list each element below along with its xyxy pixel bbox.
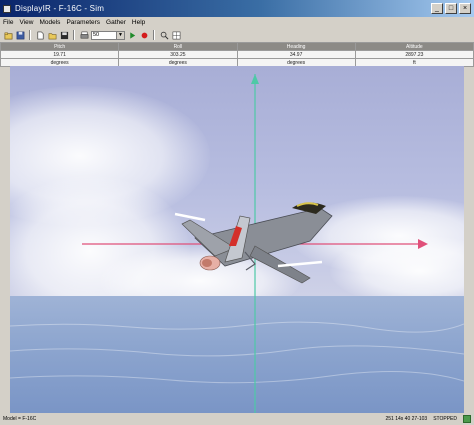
telemetry-table: Pitch Roll Heading Altitude 19.71 303.25…	[0, 42, 474, 67]
pitch-header: Pitch	[0, 42, 120, 51]
window-title: DisplayIR - F-16C - Sim	[15, 4, 105, 13]
step-combo[interactable]: 50 ▼	[91, 30, 125, 40]
print-icon[interactable]	[79, 30, 89, 40]
pitch-value: 19.71	[0, 50, 120, 59]
toolbar: 50 ▼	[0, 28, 474, 42]
grid-icon[interactable]	[171, 30, 181, 40]
f16-aircraft[interactable]	[174, 202, 333, 284]
menu-models[interactable]: Models	[39, 19, 60, 26]
menu-file[interactable]: File	[3, 19, 13, 26]
menu-bar: File View Models Parameters Gather Help	[0, 17, 474, 28]
save-icon[interactable]	[15, 30, 25, 40]
title-bar: DisplayIR - F-16C - Sim _ □ ×	[0, 0, 474, 17]
toolbar-separator	[153, 30, 155, 40]
status-coords: 251 14s 40 27-103	[385, 416, 428, 422]
minimize-button[interactable]: _	[431, 3, 443, 14]
roll-value: 303.25	[118, 50, 238, 59]
menu-view[interactable]: View	[19, 19, 33, 26]
open-folder-icon[interactable]	[3, 30, 13, 40]
network-icon	[463, 415, 471, 423]
status-bar: Model = F-16C 251 14s 40 27-103 STOPPED	[0, 413, 474, 425]
record-icon[interactable]	[139, 30, 149, 40]
heading-value: 34.97	[236, 50, 356, 59]
close-button[interactable]: ×	[459, 3, 471, 14]
maximize-button[interactable]: □	[445, 3, 457, 14]
toolbar-separator	[73, 30, 75, 40]
play-icon[interactable]	[127, 30, 137, 40]
scene-overlay	[10, 74, 464, 413]
status-model: Model = F-16C	[3, 416, 37, 422]
heading-header: Heading	[236, 42, 356, 51]
wave-lines	[10, 321, 464, 384]
step-combo-value: 50	[93, 31, 100, 38]
zoom-icon[interactable]	[159, 30, 169, 40]
open-icon[interactable]	[47, 30, 57, 40]
menu-parameters[interactable]: Parameters	[66, 19, 100, 26]
vertical-axis-arrow	[251, 74, 259, 84]
app-icon	[3, 4, 11, 13]
roll-header: Roll	[118, 42, 238, 51]
status-state: STOPPED	[433, 416, 457, 422]
chevron-down-icon[interactable]: ▼	[116, 31, 124, 39]
save-disk-icon[interactable]	[59, 30, 69, 40]
menu-help[interactable]: Help	[132, 19, 145, 26]
new-file-icon[interactable]	[35, 30, 45, 40]
roll-axis-arrow	[418, 239, 428, 249]
3d-viewport[interactable]	[10, 66, 464, 413]
toolbar-separator	[29, 30, 31, 40]
menu-gather[interactable]: Gather	[106, 19, 126, 26]
altitude-value: 2897.23	[354, 50, 474, 59]
altitude-header: Altitude	[354, 42, 474, 51]
